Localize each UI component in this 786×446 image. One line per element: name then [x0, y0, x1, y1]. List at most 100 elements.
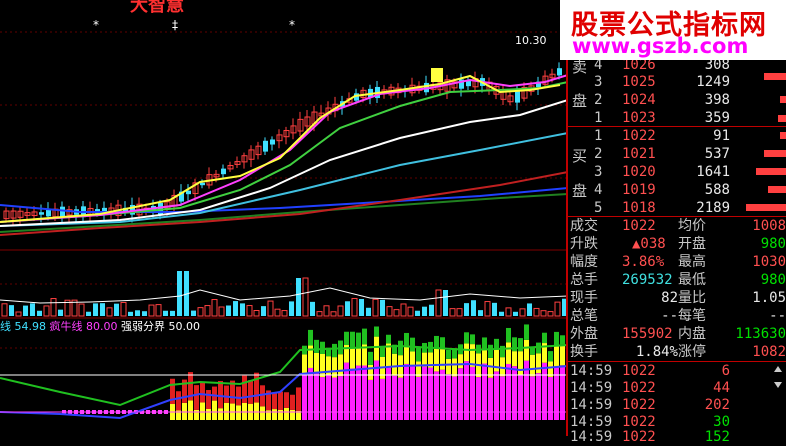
volume-bar [296, 278, 301, 316]
indicator-bar-magenta [530, 376, 535, 420]
quote-value: 155902 [622, 326, 673, 342]
indicator-bar-green [332, 343, 337, 358]
indicator-bar-yellow [272, 409, 277, 420]
indicator-bar-green [500, 345, 505, 358]
indicator-bar-magenta [326, 375, 331, 420]
indicator-bar-green [374, 326, 379, 337]
indicator-bar-yellow [482, 348, 487, 364]
volume-bar [106, 307, 113, 317]
volume-bar [484, 301, 491, 317]
tick-volume: 152 [704, 429, 730, 445]
indicator-bar-red [236, 386, 241, 406]
indicator-bar-yellow [290, 409, 295, 420]
buy-price[interactable]: 1019 [622, 181, 656, 199]
volume-bar [281, 310, 288, 317]
buy-price[interactable]: 1018 [622, 199, 656, 217]
quote-label: 每笔 [678, 308, 706, 324]
sell-volume: 1249 [696, 74, 730, 90]
indicator-bar-red [296, 387, 301, 411]
quote-label: 总手 [570, 272, 598, 288]
indicator-bar-red [254, 372, 259, 403]
indicator-bar-magenta [392, 375, 397, 420]
quote-label: 涨停 [678, 344, 706, 360]
sell-row[interactable]: 2 [594, 91, 602, 109]
indicator-bar-green [518, 338, 523, 352]
quote-value: 1022 [622, 218, 656, 234]
candle-body [557, 68, 562, 76]
event-marker-icon[interactable]: * [93, 18, 99, 32]
volume-bar [400, 303, 407, 317]
indicator-bar-yellow [560, 344, 565, 366]
indicator-bar-magenta [464, 361, 469, 420]
buy-depth-bar [768, 186, 786, 193]
volume-bar [540, 310, 547, 317]
indicator-bar-yellow [218, 408, 223, 420]
volume-bar [443, 290, 448, 316]
quote-label: 总笔 [570, 308, 598, 324]
indicator-bar-red [284, 392, 289, 408]
candle-body [39, 212, 44, 215]
indicator-bar-red [224, 385, 229, 403]
indicator-bar-green [356, 332, 361, 348]
indicator-bar-red [194, 385, 199, 410]
quote-label: 升跌 [570, 236, 598, 252]
sell-volume: 359 [704, 110, 730, 126]
indicator-bar-green [536, 342, 541, 354]
kline-chart-area[interactable]: 10.30 [0, 0, 568, 436]
indicator-legend-value: 80.00 [86, 320, 118, 333]
volume-bar [120, 301, 127, 317]
indicator-bar-magenta [518, 374, 523, 420]
scroll-down-icon[interactable] [774, 382, 782, 388]
quote-label: 均价 [678, 218, 706, 234]
indicator-legend-value: 54.98 [14, 320, 47, 333]
volume-bar [43, 305, 50, 317]
quote-label: 外盘 [570, 326, 598, 342]
indicator-bar-yellow [554, 346, 559, 368]
indicator-bar-magenta [320, 377, 325, 420]
buy-level: 5 [594, 200, 603, 216]
indicator-bar-yellow [536, 353, 541, 374]
indicator-bar-magenta [380, 378, 385, 420]
indicator-bar-green [488, 344, 493, 358]
candle-body [46, 209, 51, 217]
buy-price[interactable]: 1021 [622, 145, 656, 163]
indicator-bar-green [542, 332, 547, 344]
indicator-bar-yellow [254, 402, 259, 420]
indicator-bar-yellow [440, 348, 445, 370]
buy-price[interactable]: 1020 [622, 163, 656, 181]
volume-bar [527, 303, 532, 316]
sell-price: 1024 [622, 92, 656, 108]
volume-bar [261, 306, 266, 316]
buy-price[interactable]: 1022 [622, 127, 656, 145]
event-marker-icon[interactable]: * [289, 18, 295, 32]
volume-bar [211, 299, 218, 317]
event-marker-icon[interactable]: ‡ [172, 18, 178, 32]
indicator-bar-red [242, 375, 247, 403]
volume-bar [310, 301, 315, 316]
quote-label: 开盘 [678, 236, 706, 252]
volume-bar [50, 298, 57, 317]
buy-label: 买 [572, 147, 588, 165]
volume-bar [380, 299, 385, 316]
indicator-bar-yellow [446, 358, 451, 375]
indicator-bar-red [200, 382, 205, 403]
indicator-bar-yellow [452, 358, 457, 377]
sell-row[interactable]: 3 [594, 73, 602, 91]
quote-value: 1.05 [752, 290, 786, 306]
scroll-up-icon[interactable] [774, 366, 782, 372]
buy-volume: 1641 [696, 164, 730, 180]
volume-bar [267, 300, 274, 317]
quote-value: ▲038 [632, 236, 666, 252]
indicator-bar-red [248, 380, 253, 404]
quote-value: 1.84% [635, 344, 678, 360]
indicator-bar-magenta [416, 376, 421, 420]
app-logo: 大智慧 [130, 0, 184, 16]
tick-time: 14:59 [570, 429, 613, 445]
volume-bar [191, 310, 196, 316]
tick-price: 1022 [622, 397, 656, 413]
indicator-bar-red [218, 380, 223, 409]
volume-bar [464, 303, 469, 316]
volume-bar [163, 310, 168, 316]
indicator-bar-yellow [350, 346, 355, 369]
sell-row[interactable]: 1 [594, 109, 602, 127]
